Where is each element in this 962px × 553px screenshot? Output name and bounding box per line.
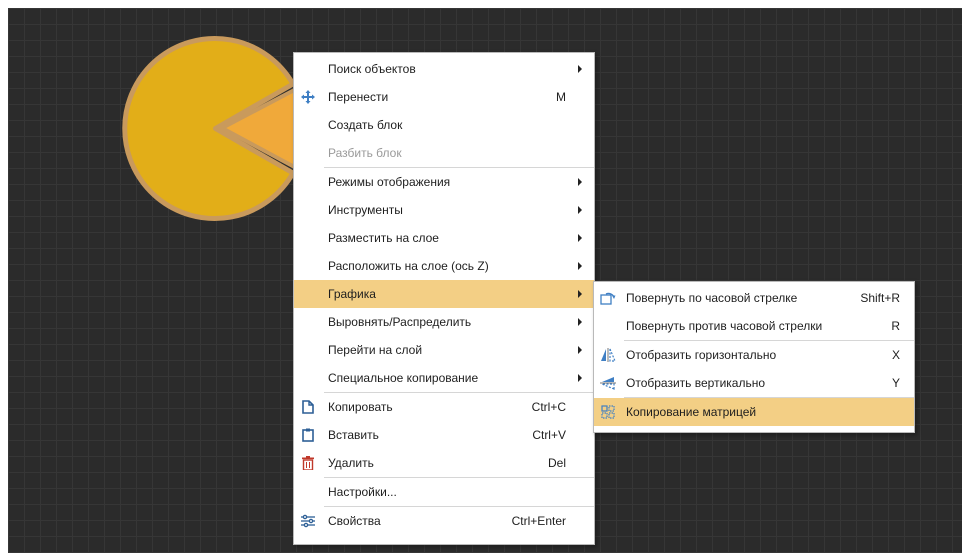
menu-item-shortcut: Ctrl+C [531, 400, 566, 414]
menu-item-find-objects[interactable]: Поиск объектов [294, 55, 594, 83]
submenu-arrow-icon [578, 65, 582, 73]
menu-item-label: Вставить [328, 428, 379, 442]
menu-item-create-block[interactable]: Создать блок [294, 111, 594, 139]
rotate-clockwise-icon [600, 290, 616, 306]
menu-item-shortcut: Del [547, 456, 566, 470]
menu-item-label: Поиск объектов [328, 62, 416, 76]
properties-icon [300, 513, 316, 529]
flip-vertical-icon [600, 375, 616, 391]
menu-item-place-on-layer[interactable]: Разместить на слое [294, 224, 594, 252]
menu-item-label: Выровнять/Распределить [328, 315, 472, 329]
menu-item-align-distribute[interactable]: Выровнять/Распределить [294, 308, 594, 336]
menu-item-shortcut: Ctrl+V [532, 428, 566, 442]
menu-item-tools[interactable]: Инструменты [294, 196, 594, 224]
paste-icon [300, 427, 316, 443]
submenu-item-shortcut: Y [891, 376, 900, 390]
menu-item-settings[interactable]: Настройки... [294, 478, 594, 506]
menu-item-label: Разместить на слое [328, 231, 439, 245]
submenu-arrow-icon [578, 178, 582, 186]
submenu-arrow-icon [578, 234, 582, 242]
menu-item-label: Специальное копирование [328, 371, 479, 385]
submenu-arrow-icon [578, 290, 582, 298]
submenu-arrow-icon [578, 206, 582, 214]
menu-item-label: Перенести [328, 90, 389, 104]
flip-horizontal-icon [600, 347, 616, 363]
menu-item-label: Разбить блок [328, 146, 402, 160]
menu-item-special-copy[interactable]: Специальное копирование [294, 364, 594, 392]
menu-item-copy[interactable]: Копировать Ctrl+C [294, 393, 594, 421]
menu-item-label: Перейти на слой [328, 343, 423, 357]
menu-item-label: Создать блок [328, 118, 403, 132]
menu-item-shortcut: Ctrl+Enter [511, 514, 566, 528]
menu-item-label: Свойства [328, 514, 381, 528]
submenu-item-label: Повернуть по часовой стрелке [626, 291, 798, 305]
submenu-item-rotate-counterclockwise[interactable]: Повернуть против часовой стрелки R [594, 312, 914, 340]
submenu-item-rotate-clockwise[interactable]: Повернуть по часовой стрелке Shift+R [594, 284, 914, 312]
trash-icon [300, 455, 316, 471]
submenu-item-label: Повернуть против часовой стрелки [626, 319, 823, 333]
menu-item-move[interactable]: Перенести M [294, 83, 594, 111]
move-icon [300, 89, 316, 105]
submenu-item-shortcut: R [891, 319, 900, 333]
menu-item-go-to-layer[interactable]: Перейти на слой [294, 336, 594, 364]
menu-item-graphics[interactable]: Графика [294, 280, 594, 308]
menu-item-label: Настройки... [328, 485, 397, 499]
copy-icon [300, 399, 316, 415]
submenu-arrow-icon [578, 346, 582, 354]
menu-item-shortcut: M [556, 90, 566, 104]
submenu-item-label: Копирование матрицей [626, 405, 757, 419]
submenu-arrow-icon [578, 262, 582, 270]
menu-item-delete[interactable]: Удалить Del [294, 449, 594, 477]
submenu-item-label: Отобразить вертикально [626, 376, 766, 390]
submenu-arrow-icon [578, 318, 582, 326]
submenu-arrow-icon [578, 374, 582, 382]
menu-item-label: Режимы отображения [328, 175, 451, 189]
menu-item-properties[interactable]: Свойства Ctrl+Enter [294, 507, 594, 535]
array-copy-icon [600, 404, 616, 420]
menu-item-label: Графика [328, 287, 376, 301]
graphics-submenu: Повернуть по часовой стрелке Shift+R Пов… [593, 281, 915, 433]
menu-item-label: Расположить на слое (ось Z) [328, 259, 489, 273]
menu-item-label: Удалить [328, 456, 374, 470]
submenu-item-shortcut: X [891, 348, 900, 362]
submenu-item-array-copy[interactable]: Копирование матрицей [594, 398, 914, 426]
submenu-item-label: Отобразить горизонтально [626, 348, 777, 362]
submenu-item-shortcut: Shift+R [860, 291, 900, 305]
menu-item-display-modes[interactable]: Режимы отображения [294, 168, 594, 196]
submenu-item-flip-vertical[interactable]: Отобразить вертикально Y [594, 369, 914, 397]
context-menu: Поиск объектов Перенести M Создать блок … [293, 52, 595, 545]
menu-item-paste[interactable]: Вставить Ctrl+V [294, 421, 594, 449]
submenu-item-flip-horizontal[interactable]: Отобразить горизонтально X [594, 341, 914, 369]
menu-item-arrange-z[interactable]: Расположить на слое (ось Z) [294, 252, 594, 280]
menu-item-label: Инструменты [328, 203, 403, 217]
menu-item-label: Копировать [328, 400, 393, 414]
menu-item-explode-block: Разбить блок [294, 139, 594, 167]
